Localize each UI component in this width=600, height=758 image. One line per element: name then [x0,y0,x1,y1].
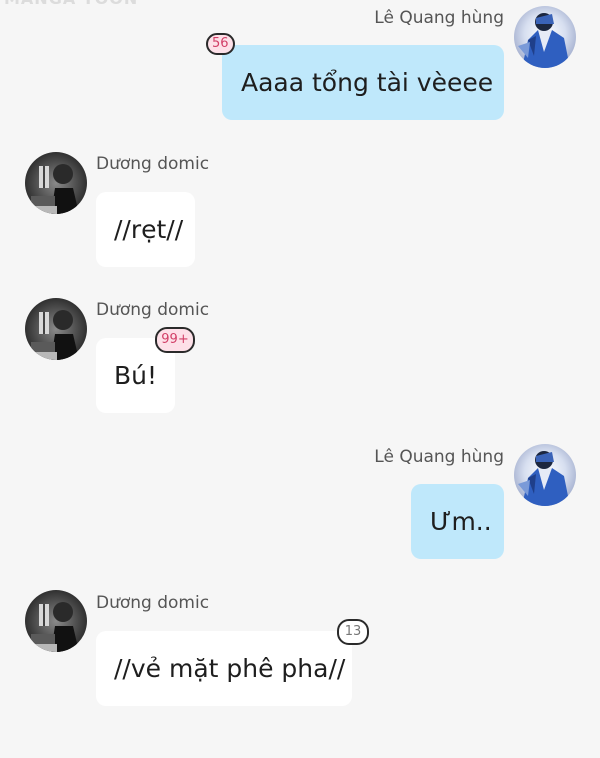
avatar[interactable] [25,298,87,360]
comment-count-badge[interactable]: 56 [206,33,235,55]
sender-name: Dương domic [96,593,210,613]
message-text: //vẻ mặt phê pha// [114,654,346,683]
sender-name: Dương domic [96,300,210,320]
message-bubble[interactable]: //rẹt// [96,192,195,267]
message-bubble[interactable]: Ưm.. [411,484,504,559]
avatar[interactable] [514,6,576,68]
avatar[interactable] [25,590,87,652]
message-text: Bú! [114,361,158,390]
avatar-blue-jacket-icon [514,444,576,506]
avatar-dark-photo-icon [25,298,87,360]
avatar[interactable] [514,444,576,506]
message-text: Aaaa tổng tài vèeee [241,68,494,97]
avatar-blue-jacket-icon [514,6,576,68]
message-bubble[interactable]: //vẻ mặt phê pha// [96,631,352,706]
message-text: Ưm.. [430,507,492,536]
avatar-dark-photo-icon [25,152,87,214]
sender-name: Lê Quang hùng [374,447,504,467]
watermark: MANGA TOON [4,0,138,8]
comment-count-badge[interactable]: 13 [337,619,369,645]
message-bubble[interactable]: Aaaa tổng tài vèeee [222,45,504,120]
message-text: //rẹt// [114,215,184,244]
sender-name: Lê Quang hùng [374,8,504,28]
avatar-dark-photo-icon [25,590,87,652]
comment-count-badge[interactable]: 99+ [155,327,195,353]
avatar[interactable] [25,152,87,214]
sender-name: Dương domic [96,154,210,174]
